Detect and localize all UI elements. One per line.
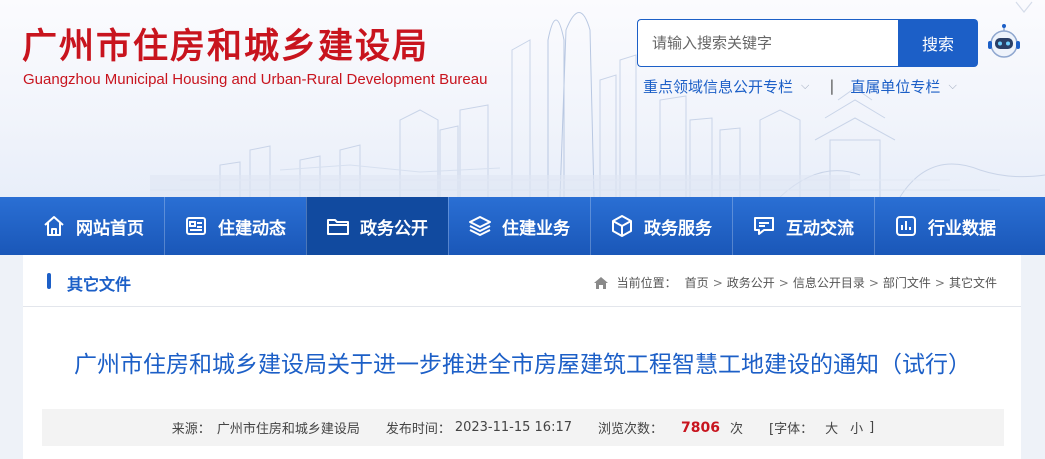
breadcrumb-arrow: >	[778, 275, 789, 290]
nav-item-services[interactable]: 政务服务	[590, 197, 732, 255]
font-size-label: [字体：	[769, 422, 814, 437]
breadcrumb-other-docs[interactable]: 其它文件	[949, 274, 997, 291]
breadcrumb-arrow: >	[868, 275, 879, 290]
news-icon	[186, 217, 206, 235]
article-title: 广州市住房和城乡建设局关于进一步推进全市房屋建筑工程智慧工地建设的通知（试行）	[74, 352, 971, 378]
search-field[interactable]	[637, 19, 899, 67]
site-title[interactable]: 广州市住房和城乡建设局	[22, 18, 429, 69]
chevron-down-icon[interactable]: ⌵	[801, 79, 809, 93]
nav-item-label: 政务服务	[644, 218, 712, 239]
breadcrumb-catalog[interactable]: 信息公开目录	[793, 274, 865, 291]
section-title: 其它文件	[67, 275, 132, 294]
layers-icon	[469, 216, 491, 236]
breadcrumb: 当前位置： 首页 > 政务公开 > 信息公开目录 > 部门文件 > 其它文件	[593, 274, 997, 291]
quick-links: 重点领域信息公开专栏 ⌵ | 直属单位专栏 ⌵	[643, 75, 957, 97]
chevron-down-icon[interactable]: ⌵	[948, 79, 956, 93]
chart-icon	[896, 216, 916, 236]
nav-item-label: 住建动态	[218, 218, 286, 239]
nav-item-interaction[interactable]: 互动交流	[732, 197, 874, 255]
search-button[interactable]: 搜索	[898, 19, 978, 67]
search-input[interactable]	[652, 34, 899, 52]
nav-item-housing-business[interactable]: 住建业务	[448, 197, 590, 255]
main-nav: 网站首页 住建动态 政务公开 住建业务 政务服务 互动交流 行业数据	[0, 197, 1045, 255]
nav-item-industry-data[interactable]: 行业数据	[874, 197, 1016, 255]
site-subtitle: Guangzhou Municipal Housing and Urban-Ru…	[23, 71, 488, 88]
breadcrumb-prefix: 当前位置：	[616, 276, 677, 290]
nav-item-label: 政务公开	[360, 218, 428, 239]
breadcrumb-government-affairs[interactable]: 政务公开	[727, 274, 775, 291]
nav-item-label: 网站首页	[76, 218, 144, 239]
views-unit: 次	[729, 422, 743, 437]
breadcrumb-arrow: >	[934, 275, 945, 290]
nav-item-government-affairs[interactable]: 政务公开	[306, 197, 448, 255]
nav-item-label: 行业数据	[928, 218, 996, 239]
views-count: 7806	[681, 419, 720, 436]
breadcrumb-arrow: >	[712, 275, 723, 290]
home-icon	[44, 216, 64, 236]
decor-corner-icon	[1015, 1, 1033, 13]
publish-time-value: 2023-11-15 16:17	[454, 420, 572, 435]
views-label: 浏览次数：	[598, 422, 664, 437]
nav-item-home[interactable]: 网站首页	[22, 197, 164, 255]
section-marker	[47, 273, 51, 289]
quick-link-affiliated-units[interactable]: 直属单位专栏	[850, 76, 940, 97]
font-size-close: ]	[869, 420, 875, 435]
source-value: 广州市住房和城乡建设局	[216, 422, 360, 437]
article-meta-bar: 来源： 广州市住房和城乡建设局 发布时间： 2023-11-15 16:17 浏…	[42, 409, 1004, 446]
robot-assistant-icon[interactable]	[984, 22, 1024, 62]
source-label: 来源：	[171, 422, 211, 437]
nav-item-label: 住建业务	[502, 218, 570, 239]
font-large-button[interactable]: 大	[825, 418, 838, 437]
site-header: 广州市住房和城乡建设局 Guangzhou Municipal Housing …	[0, 0, 1045, 197]
cube-icon	[612, 215, 632, 237]
nav-item-label: 互动交流	[786, 218, 854, 239]
nav-item-news[interactable]: 住建动态	[164, 197, 306, 255]
breadcrumb-department-docs[interactable]: 部门文件	[883, 274, 931, 291]
link-separator: |	[829, 77, 835, 95]
breadcrumb-home[interactable]: 首页	[685, 274, 709, 291]
quick-link-key-areas[interactable]: 重点领域信息公开专栏	[643, 76, 793, 97]
folder-icon	[327, 219, 349, 235]
publish-time-label: 发布时间：	[385, 422, 451, 437]
home-icon	[593, 276, 608, 289]
chat-icon	[754, 217, 774, 235]
font-small-button[interactable]: 小	[850, 418, 863, 437]
